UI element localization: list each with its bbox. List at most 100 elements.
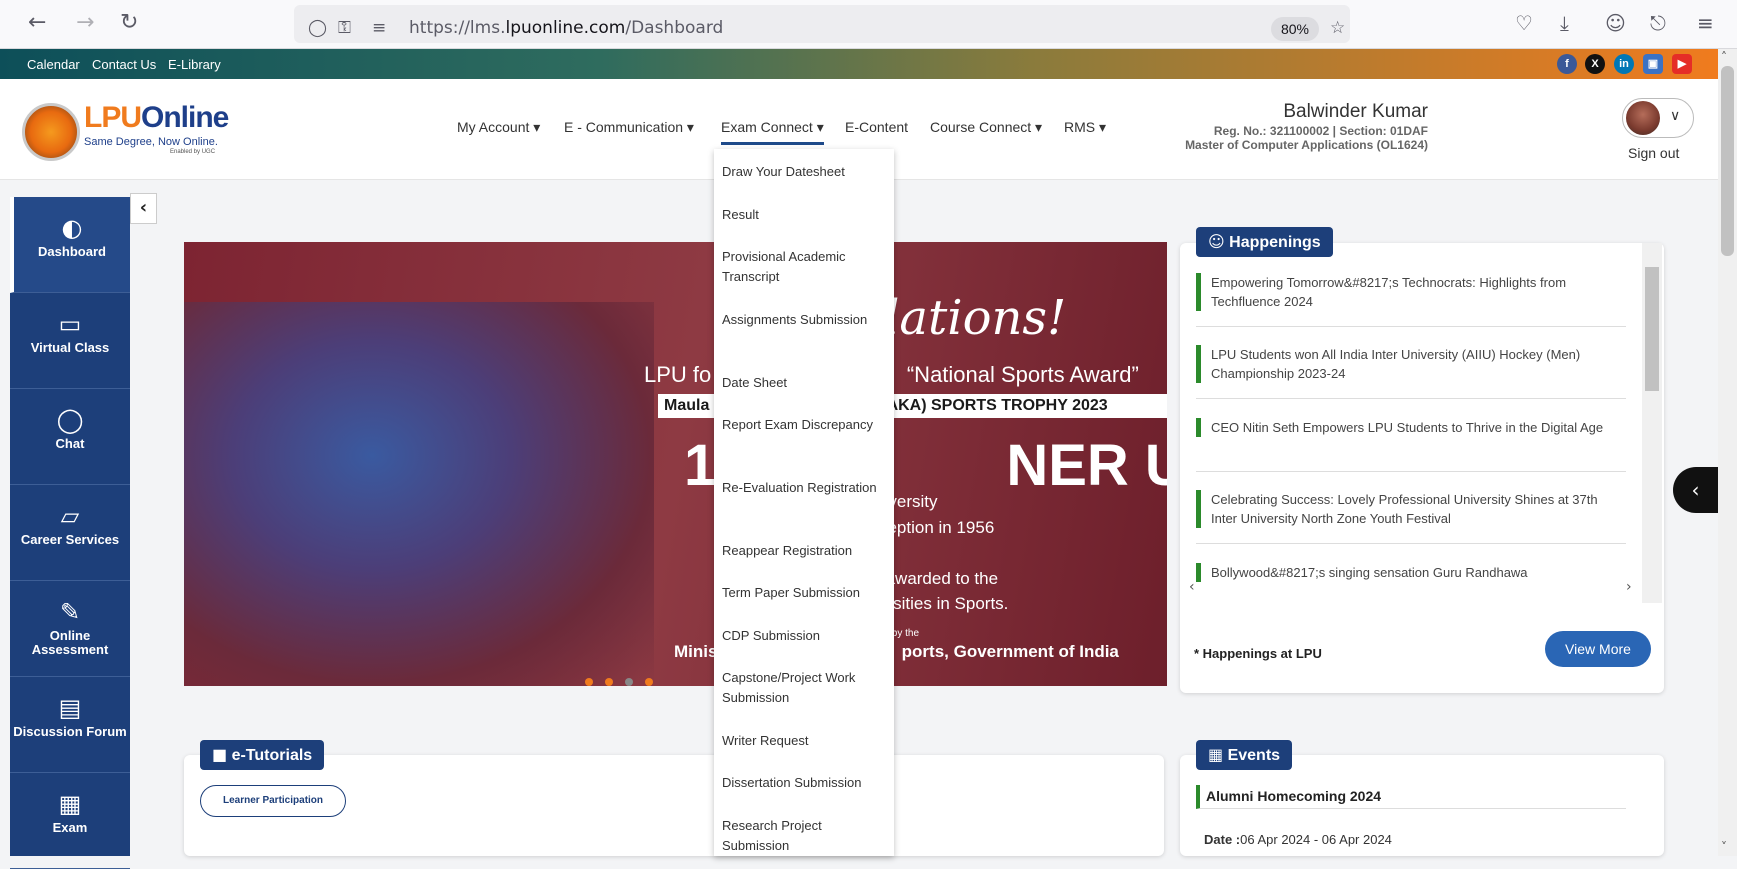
dropdown-item-re-evaluation-registration[interactable]: Re-Evaluation Registration — [722, 478, 887, 498]
sidebar-item-dashboard[interactable]: ◐ Dashboard — [10, 197, 130, 293]
dropdown-item-dissertation-submission[interactable]: Dissertation Submission — [722, 773, 887, 793]
e-library-link[interactable]: E-Library — [168, 57, 221, 72]
dropdown-item-draw-datesheet[interactable]: Draw Your Datesheet — [722, 162, 887, 182]
user-registration: Reg. No.: 321100002 | Section: 01DAF — [1213, 124, 1428, 138]
sidebar-collapse-button[interactable]: ‹ — [130, 193, 157, 224]
sidebar-item-label: Dashboard — [38, 244, 106, 259]
zoom-level[interactable]: 80% — [1271, 17, 1319, 41]
happening-item[interactable]: Celebrating Success: Lovely Professional… — [1196, 490, 1626, 528]
dropdown-item-provisional-transcript[interactable]: Provisional Academic Transcript — [722, 247, 887, 287]
url-text[interactable]: https://lms.lpuonline.com/Dashboard — [409, 18, 723, 38]
calendar-link[interactable]: Calendar — [27, 57, 80, 72]
dropdown-item-assignments-submission[interactable]: Assignments Submission — [722, 310, 887, 330]
contact-us-link[interactable]: Contact Us — [92, 57, 156, 72]
sidebar-item-exam[interactable]: ▦ Exam — [10, 773, 130, 869]
events-card: ▦ Events Alumni Homecoming 2024 Date :06… — [1180, 740, 1664, 856]
carousel-dot[interactable] — [625, 678, 633, 686]
dropdown-item-writer-request[interactable]: Writer Request — [722, 731, 887, 751]
exam-connect-dropdown: Draw Your Datesheet Result Provisional A… — [714, 149, 894, 856]
reload-icon[interactable]: ↻ — [120, 10, 138, 35]
scroll-down-icon[interactable]: ˅ — [1721, 840, 1727, 854]
back-icon[interactable]: ← — [28, 10, 46, 35]
bookmark-star-icon[interactable]: ☆ — [1330, 18, 1345, 38]
menu-icon[interactable]: ≡ — [1697, 11, 1714, 35]
dropdown-item-date-sheet[interactable]: Date Sheet — [722, 373, 887, 393]
sidebar-item-label: Exam — [52, 820, 88, 835]
menu-exam-connect[interactable]: Exam Connect ▾ — [721, 119, 824, 145]
happening-item[interactable]: LPU Students won All India Inter Univers… — [1196, 345, 1626, 383]
side-panel-toggle-icon[interactable]: ‹ — [1673, 467, 1718, 513]
logo-wordmark[interactable]: LPUOnline — [84, 101, 229, 135]
learner-participation-button[interactable]: Learner Participation — [200, 785, 346, 817]
sidebar-item-chat[interactable]: ◯ Chat — [10, 389, 130, 485]
sidebar-item-label: Chat — [55, 436, 85, 451]
logo-online: Online — [141, 101, 229, 134]
assessment-icon: ✎ — [59, 598, 81, 626]
menu-course-connect[interactable]: Course Connect ▾ — [930, 119, 1042, 136]
sidebar-item-online-assessment[interactable]: ✎ Online Assessment — [10, 581, 130, 677]
happenings-scroll-thumb[interactable] — [1645, 267, 1659, 391]
menu-e-content[interactable]: E-Content — [845, 119, 908, 135]
dropdown-item-term-paper-submission[interactable]: Term Paper Submission — [722, 583, 887, 603]
event-date-value: 06 Apr 2024 - 06 Apr 2024 — [1240, 832, 1392, 847]
divider — [1196, 471, 1626, 472]
account-icon[interactable]: ☺ — [1605, 11, 1626, 35]
scroll-up-icon[interactable]: ˄ — [1721, 50, 1727, 64]
happening-item[interactable]: CEO Nitin Seth Empowers LPU Students to … — [1196, 418, 1626, 437]
scroll-right-icon[interactable]: › — [1626, 579, 1632, 595]
sidebar-item-discussion-forum[interactable]: ▤ Discussion Forum — [10, 677, 130, 773]
menu-my-account[interactable]: My Account ▾ — [457, 119, 540, 136]
lock-icon[interactable]: ⚿ — [338, 18, 351, 38]
event-date: Date :06 Apr 2024 - 06 Apr 2024 — [1204, 832, 1392, 847]
carousel-dot[interactable] — [605, 678, 613, 686]
dashboard-icon: ◐ — [61, 214, 83, 242]
x-icon[interactable]: X — [1585, 54, 1605, 74]
carousel-dot[interactable] — [585, 678, 593, 686]
happenings-card: ☺ Happenings Empowering Tomorrow&#8217;s… — [1180, 227, 1664, 693]
user-menu-toggle[interactable]: ∨ — [1622, 98, 1694, 138]
smile-icon: ☺ — [1208, 232, 1225, 251]
pocket-icon[interactable]: ♡ — [1515, 11, 1533, 35]
forward-icon[interactable]: → — [76, 10, 94, 35]
sidebar-item-label: Career Services — [20, 532, 120, 547]
linkedin-icon[interactable]: in — [1614, 54, 1634, 74]
hero-banner[interactable]: lations! LPU fo “National Sports Award” … — [184, 242, 1167, 686]
dropdown-item-capstone-submission[interactable]: Capstone/Project Work Submission — [722, 668, 887, 708]
happening-item[interactable]: Bollywood&#8217;s singing sensation Guru… — [1196, 563, 1626, 582]
happening-item[interactable]: Empowering Tomorrow&#8217;s Technocrats:… — [1196, 273, 1626, 311]
sidebar-item-virtual-class[interactable]: ▭ Virtual Class — [10, 293, 130, 389]
instagram-icon[interactable]: ▣ — [1643, 54, 1663, 74]
view-more-button[interactable]: View More — [1545, 631, 1651, 667]
dropdown-item-research-project-submission[interactable]: Research Project Submission — [722, 816, 887, 856]
scroll-left-icon[interactable]: ‹ — [1189, 579, 1195, 595]
lpu-logo-icon[interactable] — [22, 103, 80, 161]
dropdown-item-cdp-submission[interactable]: CDP Submission — [722, 626, 887, 646]
dropdown-item-reappear-registration[interactable]: Reappear Registration — [722, 541, 887, 561]
sign-out-link[interactable]: Sign out — [1628, 145, 1679, 161]
shield-icon[interactable]: ◯ — [308, 18, 327, 38]
youtube-icon[interactable]: ▶ — [1672, 54, 1692, 74]
happenings-title-text: Happenings — [1229, 234, 1321, 251]
sidebar-item-career-services[interactable]: ▱ Career Services — [10, 485, 130, 581]
page-scroll-thumb[interactable] — [1721, 66, 1734, 256]
happenings-footer: * Happenings at LPU — [1194, 646, 1322, 661]
sidebar-item-label: Discussion Forum — [13, 724, 127, 739]
url-domain: lpuonline.com — [505, 18, 626, 38]
carousel-dot[interactable] — [645, 678, 653, 686]
chevron-down-icon: ∨ — [1670, 108, 1681, 124]
dropdown-item-report-exam-discrepancy[interactable]: Report Exam Discrepancy — [722, 415, 887, 435]
facebook-icon[interactable]: f — [1557, 54, 1577, 74]
exam-icon: ▦ — [58, 790, 82, 818]
extensions-icon[interactable]: ⎋ — [1650, 11, 1666, 35]
forum-icon: ▤ — [58, 694, 82, 722]
url-bar[interactable]: ◯ ⚿ ≡ https://lms.lpuonline.com/Dashboar… — [294, 5, 1350, 43]
video-icon: ■ — [212, 745, 228, 764]
event-title[interactable]: Alumni Homecoming 2024 — [1196, 785, 1626, 809]
permissions-icon[interactable]: ≡ — [372, 18, 386, 38]
graduation-cap-icon: ▱ — [60, 502, 80, 530]
dropdown-item-result[interactable]: Result — [722, 205, 887, 225]
menu-e-communication[interactable]: E - Communication ▾ — [564, 119, 694, 136]
logo-lpu: LPU — [84, 101, 142, 134]
download-icon[interactable]: ⤓ — [1560, 11, 1569, 35]
divider — [1196, 543, 1626, 544]
